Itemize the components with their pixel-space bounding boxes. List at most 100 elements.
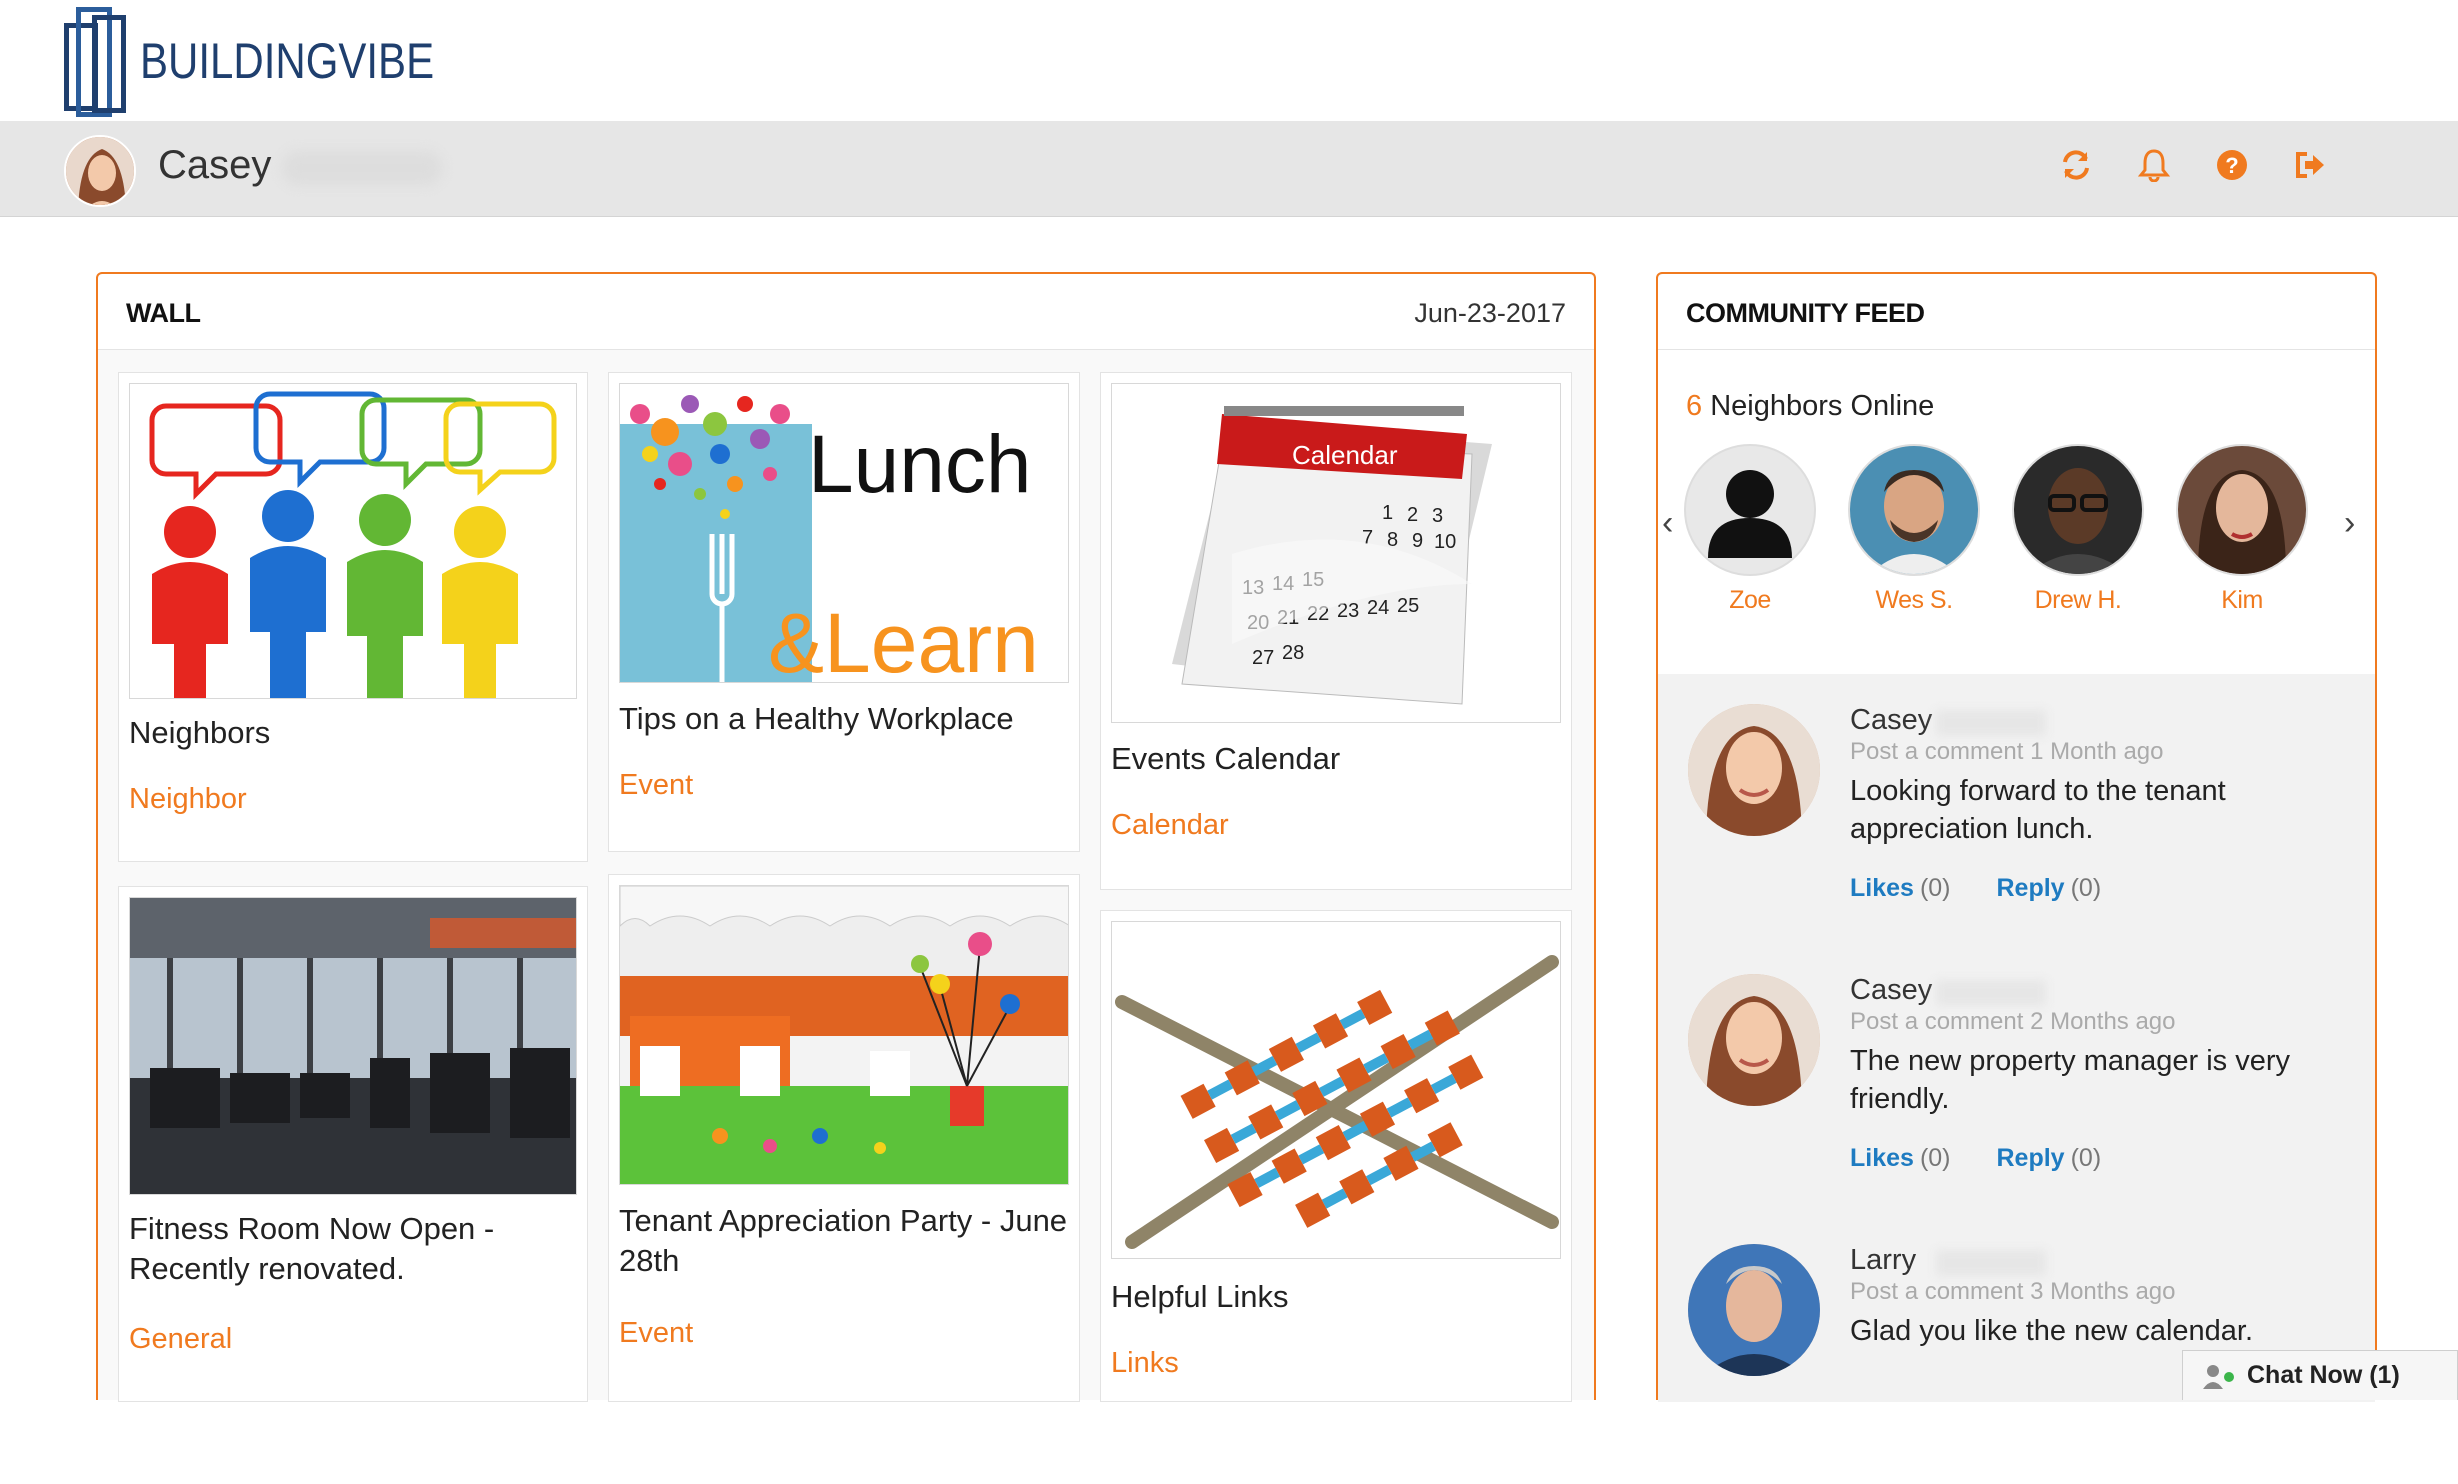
comment-actions: Likes (0) Reply (0) bbox=[1850, 874, 2101, 903]
comment-item: Larry Post a comment 3 Months ago Glad y… bbox=[1658, 1214, 2375, 1484]
svg-text:28: 28 bbox=[1282, 642, 1304, 664]
comment-item: Casey Post a comment 2 Months ago The ne… bbox=[1658, 944, 2375, 1214]
feed-header: COMMUNITY FEED bbox=[1658, 274, 2375, 350]
commenter-name[interactable]: Casey bbox=[1850, 974, 1932, 1007]
person-name: Wes S. bbox=[1875, 586, 1953, 614]
person-name: Drew H. bbox=[2034, 586, 2122, 614]
person-photo bbox=[1848, 444, 1980, 576]
default-avatar-icon bbox=[1684, 444, 1816, 576]
user-bar: Casey ? bbox=[0, 121, 2458, 217]
commenter-name[interactable]: Larry bbox=[1850, 1244, 1916, 1277]
svg-text:27: 27 bbox=[1252, 647, 1274, 669]
user-lastname-blur bbox=[282, 151, 442, 185]
commenter-lastname-blur bbox=[1936, 1250, 2046, 1276]
community-feed-panel: COMMUNITY FEED 6 Neighbors Online ‹ › Zo… bbox=[1656, 272, 2377, 1402]
online-person[interactable]: Kim bbox=[2174, 444, 2310, 615]
commenter-lastname-blur bbox=[1936, 710, 2046, 736]
card-title: Helpful Links bbox=[1111, 1279, 1289, 1314]
card-category-link[interactable]: Event bbox=[619, 769, 693, 802]
building-logo-icon bbox=[62, 1, 132, 121]
commenter-avatar[interactable] bbox=[1688, 974, 1820, 1106]
online-label-text: Neighbors Online bbox=[1710, 390, 1935, 422]
commenter-avatar[interactable] bbox=[1688, 1244, 1820, 1376]
card-category-link[interactable]: Calendar bbox=[1111, 809, 1229, 842]
svg-text:3: 3 bbox=[1432, 505, 1443, 527]
person-photo bbox=[2012, 444, 2144, 576]
svg-text:24: 24 bbox=[1367, 597, 1389, 619]
svg-text:2: 2 bbox=[1407, 504, 1418, 526]
online-person[interactable]: Zoe bbox=[1682, 444, 1818, 615]
card-category-link[interactable]: General bbox=[129, 1323, 232, 1356]
party-tables-photo bbox=[619, 885, 1069, 1185]
chat-users-icon bbox=[2203, 1364, 2234, 1389]
wall-card-fitness-room[interactable]: Fitness Room Now Open - Recently renovat… bbox=[118, 886, 588, 1402]
carousel-next-icon[interactable]: › bbox=[2344, 504, 2355, 543]
fitness-room-photo bbox=[129, 897, 577, 1195]
svg-text:25: 25 bbox=[1397, 595, 1419, 617]
reply-button[interactable]: Reply (0) bbox=[1997, 1144, 2102, 1173]
svg-text:Lunch: Lunch bbox=[808, 419, 1031, 510]
comment-meta: Post a comment 2 Months ago bbox=[1850, 1008, 2176, 1035]
person-name: Zoe bbox=[1729, 586, 1771, 614]
wall-card-helpful-links[interactable]: Helpful Links Links bbox=[1100, 910, 1572, 1402]
wall-card-lunch-learn[interactable]: Lunch &Learn Tips on a Healthy Workplace… bbox=[608, 372, 1080, 852]
commenter-avatar[interactable] bbox=[1688, 704, 1820, 836]
wall-card-events-calendar[interactable]: Calendar 123 78910 131415 202122232425 2… bbox=[1100, 372, 1572, 890]
refresh-icon[interactable] bbox=[2058, 147, 2094, 183]
likes-button[interactable]: Likes (0) bbox=[1850, 874, 1951, 903]
commenter-name[interactable]: Casey bbox=[1850, 704, 1932, 737]
calendar-illustration: Calendar 123 78910 131415 202122232425 2… bbox=[1111, 383, 1561, 723]
wall-card-neighbors[interactable]: Neighbors Neighbor bbox=[118, 372, 588, 862]
lunch-and-learn-graphic: Lunch &Learn bbox=[619, 383, 1069, 683]
comment-actions: Likes (0) Reply (0) bbox=[1850, 1144, 2101, 1173]
commenter-lastname-blur bbox=[1936, 980, 2046, 1006]
logout-icon[interactable] bbox=[2292, 147, 2328, 183]
comment-meta: Post a comment 3 Months ago bbox=[1850, 1278, 2176, 1305]
wall-title: WALL bbox=[126, 298, 201, 328]
comment-text: Looking forward to the tenant appreciati… bbox=[1850, 775, 2226, 845]
wall-date: Jun-23-2017 bbox=[1414, 298, 1566, 328]
network-grid-illustration bbox=[1111, 921, 1561, 1259]
person-name: Kim bbox=[2221, 586, 2263, 614]
user-avatar[interactable] bbox=[64, 135, 136, 207]
svg-text:10: 10 bbox=[1434, 531, 1456, 553]
card-category-link[interactable]: Event bbox=[619, 1317, 693, 1350]
svg-text:?: ? bbox=[2225, 153, 2238, 178]
card-title: Tips on a Healthy Workplace bbox=[619, 701, 1014, 736]
feed-title: COMMUNITY FEED bbox=[1686, 298, 1925, 328]
person-photo bbox=[2176, 444, 2308, 576]
carousel-prev-icon[interactable]: ‹ bbox=[1662, 504, 1673, 543]
comments-list: Casey Post a comment 1 Month ago Looking… bbox=[1658, 674, 2375, 1402]
logo-text: BUILDINGVIBE bbox=[140, 32, 435, 89]
help-icon[interactable]: ? bbox=[2214, 147, 2250, 183]
bell-icon[interactable] bbox=[2136, 147, 2172, 183]
wall-card-tenant-party[interactable]: Tenant Appreciation Party - June 28th Ev… bbox=[608, 874, 1080, 1402]
online-section: 6 Neighbors Online ‹ › Zoe Wes S. Drew H… bbox=[1658, 350, 2375, 674]
user-name: Casey bbox=[158, 143, 272, 187]
comment-text: Glad you like the new calendar. bbox=[1850, 1315, 2254, 1347]
chat-now-label: Chat Now (1) bbox=[2247, 1361, 2400, 1389]
likes-button[interactable]: Likes (0) bbox=[1850, 1144, 1951, 1173]
comment-text: The new property manager is very friendl… bbox=[1850, 1045, 2291, 1115]
card-title: Tenant Appreciation Party - June 28th bbox=[619, 1203, 1068, 1278]
online-person[interactable]: Drew H. bbox=[2010, 444, 2146, 615]
card-title: Events Calendar bbox=[1111, 741, 1341, 776]
reply-button[interactable]: Reply (0) bbox=[1997, 874, 2102, 903]
online-count: 6 bbox=[1686, 390, 1703, 422]
comment-meta: Post a comment 1 Month ago bbox=[1850, 738, 2164, 765]
header-actions: ? bbox=[2058, 147, 2328, 183]
card-title: Fitness Room Now Open - Recently renovat… bbox=[129, 1211, 495, 1286]
svg-text:9: 9 bbox=[1412, 530, 1423, 552]
chat-now-button[interactable]: Chat Now (1) bbox=[2182, 1350, 2458, 1400]
card-category-link[interactable]: Links bbox=[1111, 1347, 1179, 1380]
card-category-link[interactable]: Neighbor bbox=[129, 783, 247, 816]
online-person[interactable]: Wes S. bbox=[1846, 444, 1982, 615]
svg-text:&Learn: &Learn bbox=[768, 596, 1039, 683]
card-title: Neighbors bbox=[129, 715, 271, 750]
top-bar: BUILDINGVIBE bbox=[0, 0, 2458, 121]
wall-header: WALL Jun-23-2017 bbox=[98, 274, 1594, 350]
neighbors-illustration bbox=[129, 383, 577, 699]
svg-text:Calendar: Calendar bbox=[1292, 440, 1398, 470]
buildingvibe-logo[interactable]: BUILDINGVIBE bbox=[62, 0, 490, 121]
online-people-carousel: ‹ › Zoe Wes S. Drew H. Kim bbox=[1658, 444, 2379, 634]
